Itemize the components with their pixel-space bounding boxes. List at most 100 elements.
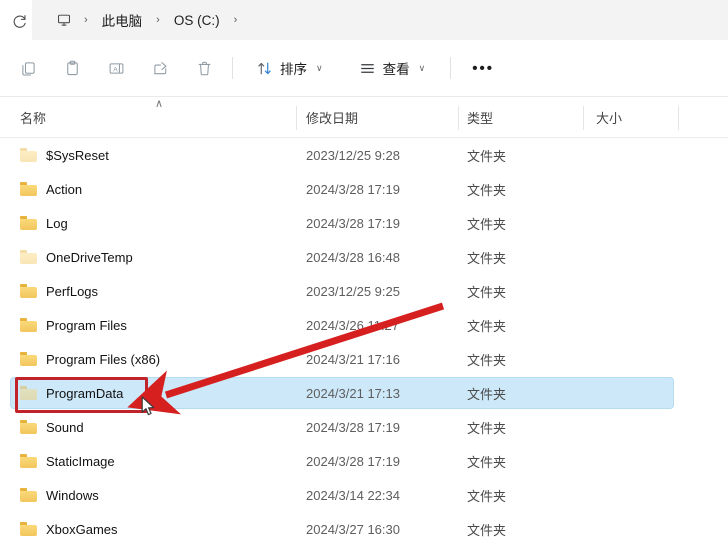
table-row[interactable]: $SysReset 2023/12/25 9:28 文件夹	[0, 138, 728, 172]
column-divider-3[interactable]	[583, 106, 584, 130]
file-name-label: Sound	[46, 419, 84, 435]
rename-icon[interactable]: A	[94, 50, 138, 86]
table-row[interactable]: Action 2024/3/28 17:19 文件夹	[0, 172, 728, 206]
breadcrumb-separator-2: ›	[156, 13, 160, 26]
file-name-cell[interactable]: ProgramData	[20, 376, 123, 410]
breadcrumb: › 此电脑 › OS (C:) ›	[52, 0, 245, 40]
file-type-cell: 文件夹	[467, 488, 507, 504]
file-date-cell: 2023/12/25 9:28	[306, 147, 400, 163]
sort-ascending-indicator-icon: ∧	[155, 98, 164, 110]
file-name-cell[interactable]: Windows	[20, 478, 99, 512]
table-row[interactable]: ProgramData 2024/3/21 17:13 文件夹	[0, 376, 728, 410]
file-type-cell: 文件夹	[467, 454, 507, 470]
file-name-label: PerfLogs	[46, 283, 99, 299]
table-row[interactable]: XboxGames 2024/3/27 16:30 文件夹	[0, 512, 728, 546]
folder-icon	[20, 386, 37, 400]
toolbar-divider-1	[232, 57, 233, 79]
file-name-cell[interactable]: StaticImage	[20, 444, 115, 478]
table-row[interactable]: Windows 2024/3/14 22:34 文件夹	[0, 478, 728, 512]
file-type-cell: 文件夹	[467, 148, 507, 164]
file-date-cell: 2024/3/28 17:19	[306, 453, 400, 469]
file-date-cell: 2024/3/27 16:30	[306, 521, 400, 537]
copy-icon[interactable]	[6, 50, 50, 86]
file-name-label: XboxGames	[46, 521, 118, 537]
table-row[interactable]: Log 2024/3/28 17:19 文件夹	[0, 206, 728, 240]
column-divider-2[interactable]	[458, 106, 459, 130]
svg-text:A: A	[113, 66, 118, 73]
file-name-label: OneDriveTemp	[46, 249, 133, 265]
view-button[interactable]: 查看 ∨	[350, 51, 435, 85]
file-name-label: Log	[46, 215, 68, 231]
file-type-cell: 文件夹	[467, 318, 507, 334]
column-header-type[interactable]: 类型	[467, 97, 493, 138]
command-toolbar: A 排序 ∨ 查看 ∨ •••	[0, 40, 728, 96]
file-type-cell: 文件夹	[467, 386, 507, 402]
file-name-cell[interactable]: Program Files (x86)	[20, 342, 160, 376]
this-pc-monitor-icon[interactable]	[52, 9, 76, 31]
table-row[interactable]: PerfLogs 2023/12/25 9:25 文件夹	[0, 274, 728, 308]
breadcrumb-os-c[interactable]: OS (C:)	[168, 10, 226, 31]
folder-icon	[20, 522, 37, 536]
file-type-cell: 文件夹	[467, 250, 507, 266]
file-list[interactable]: $SysReset 2023/12/25 9:28 文件夹 Action 2024/3/…	[0, 138, 728, 560]
sort-button[interactable]: 排序 ∨	[247, 51, 332, 85]
file-name-cell[interactable]: Log	[20, 206, 68, 240]
file-name-cell[interactable]: XboxGames	[20, 512, 118, 546]
file-name-cell[interactable]: PerfLogs	[20, 274, 98, 308]
chevron-down-icon: ∨	[316, 62, 323, 73]
file-type-cell: 文件夹	[467, 420, 507, 436]
file-name-cell[interactable]: OneDriveTemp	[20, 240, 133, 274]
share-icon[interactable]	[138, 50, 182, 86]
table-row[interactable]: StaticImage 2024/3/28 17:19 文件夹	[0, 444, 728, 478]
file-name-label: ProgramData	[46, 385, 124, 401]
column-header-date-modified[interactable]: 修改日期	[306, 97, 358, 138]
breadcrumb-separator-3[interactable]: ›	[226, 14, 246, 26]
chevron-down-icon: ∨	[418, 62, 426, 73]
folder-icon	[20, 148, 37, 162]
sort-button-label: 排序	[280, 62, 307, 77]
column-header-size[interactable]: 大小	[596, 97, 622, 138]
column-divider-4[interactable]	[678, 106, 679, 130]
folder-icon	[20, 216, 37, 230]
file-type-cell: 文件夹	[467, 352, 507, 368]
file-name-label: Action	[46, 181, 83, 197]
file-name-cell[interactable]: Sound	[20, 410, 84, 444]
file-name-label: StaticImage	[46, 453, 115, 469]
file-date-cell: 2024/3/14 22:34	[306, 487, 400, 503]
table-row[interactable]: OneDriveTemp 2024/3/28 16:48 文件夹	[0, 240, 728, 274]
table-row[interactable]: Program Files 2024/3/26 11:27 文件夹	[0, 308, 728, 342]
refresh-icon[interactable]	[6, 8, 32, 34]
more-options-button[interactable]: •••	[463, 51, 503, 85]
table-row[interactable]: Sound 2024/3/28 17:19 文件夹	[0, 410, 728, 444]
folder-icon	[20, 454, 37, 468]
file-date-cell: 2024/3/21 17:16	[306, 351, 400, 367]
column-divider-1[interactable]	[296, 106, 297, 130]
file-type-cell: 文件夹	[467, 522, 507, 538]
file-name-label: Windows	[46, 487, 99, 503]
folder-icon	[20, 284, 37, 298]
column-header-name[interactable]: 名称	[20, 97, 46, 138]
folder-icon	[20, 420, 37, 434]
file-type-cell: 文件夹	[467, 182, 507, 198]
file-name-cell[interactable]: Program Files	[20, 308, 127, 342]
file-name-cell[interactable]: $SysReset	[20, 138, 109, 172]
file-date-cell: 2024/3/28 17:19	[306, 215, 400, 231]
column-header-row: ∧ 名称 修改日期 类型 大小	[0, 96, 728, 138]
delete-icon[interactable]	[182, 50, 226, 86]
view-button-label: 查看	[382, 62, 410, 77]
table-row[interactable]: Program Files (x86) 2024/3/21 17:16 文件夹	[0, 342, 728, 376]
folder-icon	[20, 488, 37, 502]
file-type-cell: 文件夹	[467, 284, 507, 300]
file-date-cell: 2024/3/28 17:19	[306, 181, 400, 197]
file-date-cell: 2023/12/25 9:25	[306, 283, 400, 299]
paste-icon[interactable]	[50, 50, 94, 86]
address-bar: › 此电脑 › OS (C:) ›	[0, 0, 728, 40]
breadcrumb-this-pc[interactable]: 此电脑	[96, 7, 149, 33]
file-name-label: $SysReset	[46, 147, 109, 163]
file-date-cell: 2024/3/28 16:48	[306, 249, 400, 265]
file-name-cell[interactable]: Action	[20, 172, 82, 206]
file-date-cell: 2024/3/28 17:19	[306, 419, 400, 435]
folder-icon	[20, 250, 37, 264]
file-date-cell: 2024/3/26 11:27	[306, 317, 400, 333]
folder-icon	[20, 352, 37, 366]
